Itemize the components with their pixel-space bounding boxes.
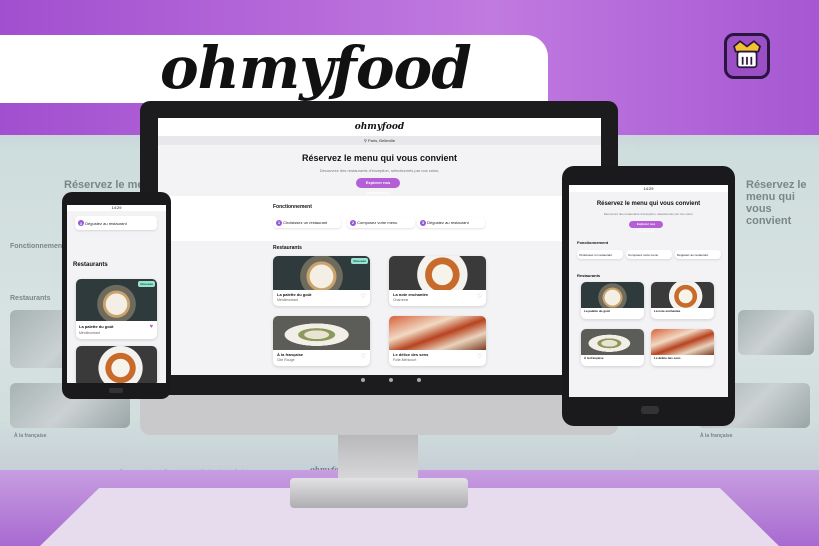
backdrop-how-title: Fonctionnement	[10, 243, 65, 250]
restaurant-name: La palette du goût	[277, 292, 312, 297]
restaurant-photo	[389, 316, 486, 350]
how-title: Fonctionnement	[273, 204, 312, 210]
tablet-status-time: 14:29	[569, 185, 728, 192]
location-bar: ⚲ Paris, Belleville	[158, 136, 601, 145]
monitor-foot	[290, 478, 468, 508]
tablet-explore-button[interactable]: Explorer nos restaurants	[629, 221, 663, 233]
phone-site: 14:29 3 Dégustez au restaurant Restauran…	[67, 205, 166, 383]
phone-restaurant-card[interactable]: Nouveau La palette du goût Ménilmontant …	[76, 279, 157, 339]
restaurant-area: Charonne	[393, 298, 409, 302]
step-2: 2 Composez votre menu	[347, 217, 415, 228]
tablet-how-title: Fonctionnement	[577, 240, 609, 245]
heart-icon[interactable]: ♡	[361, 293, 366, 300]
restaurant-photo	[273, 316, 370, 350]
backdrop-card-name: À la française	[14, 433, 47, 439]
restaurant-area: Folie-Méricourt	[393, 358, 417, 362]
location-pin-icon: ⚲	[363, 138, 367, 143]
phone-home-button	[109, 388, 123, 393]
tablet-step-1: Choisissez un restaurant	[577, 250, 623, 259]
tablet-subtitle: Découvrez des restaurants d'exception, s…	[603, 212, 694, 216]
tablet-restaurant-card[interactable]: Le délice des sens	[651, 329, 714, 366]
restaurants-title: Restaurants	[273, 245, 302, 251]
restaurant-name: La note enchantée	[393, 292, 429, 297]
restaurant-name: Le délice des sens	[393, 352, 429, 357]
tablet-restaurant-card[interactable]: La note enchantée	[651, 282, 714, 319]
heart-icon[interactable]: ♡	[477, 293, 482, 300]
restaurant-card[interactable]: La note enchantée Charonne ♡	[389, 256, 486, 306]
tablet-home-button	[641, 406, 659, 414]
heart-icon[interactable]: ♡	[361, 353, 366, 360]
step-3: 3 Dégustez au restaurant	[417, 217, 485, 228]
monitor-stand	[338, 435, 418, 481]
brand-title: ohmyfood	[160, 34, 472, 102]
backdrop-card-name-right: À la française	[700, 433, 733, 439]
phone-status-time: 14:29	[67, 205, 166, 211]
backdrop-restaurants-title: Restaurants	[10, 295, 51, 302]
restaurant-photo	[389, 256, 486, 290]
tablet-restaurant-card[interactable]: La palette du goût	[581, 282, 644, 319]
restaurant-card[interactable]: À la française Cité Rougé ♡	[273, 316, 370, 366]
how-section: Fonctionnement 1 Choisissez un restauran…	[158, 196, 601, 241]
page-subtitle: Découvrez des restaurants d'exception, s…	[319, 168, 440, 173]
tablet-restaurants-title: Restaurants	[577, 273, 601, 278]
phone-restaurant-card[interactable]	[76, 346, 157, 383]
page-title: Réservez le menu qui vous convient	[301, 153, 458, 163]
crown-chef-icon	[724, 33, 770, 79]
step-1: 1 Choisissez un restaurant	[273, 217, 341, 228]
monitor-chin	[140, 395, 618, 435]
explore-button[interactable]: Explorer nos restaurants	[356, 178, 400, 195]
backdrop-headline-right: Réservez le menu qui vous convient	[746, 179, 807, 227]
heart-icon[interactable]: ♡	[477, 353, 482, 360]
backdrop-photo	[738, 310, 814, 355]
phone-restaurants-title: Restaurants	[73, 262, 108, 268]
tablet-site: 14:29 Réservez le menu qui vous convient…	[569, 185, 728, 397]
tablet-title: Réservez le menu qui vous convient	[596, 201, 701, 207]
phone-step-3: 3 Dégustez au restaurant	[75, 216, 157, 230]
new-badge: Nouveau	[351, 258, 368, 264]
tablet-step-3: Dégustez au restaurant	[675, 250, 721, 259]
site-header-logo[interactable]: ohmyfood	[158, 118, 601, 136]
restaurant-photo: Nouveau	[273, 256, 370, 290]
restaurant-card[interactable]: Le délice des sens Folie-Méricourt ♡	[389, 316, 486, 366]
monitor-dots	[361, 378, 421, 386]
desktop-site: ohmyfood ⚲ Paris, Belleville Réservez le…	[158, 118, 601, 375]
restaurant-area: Cité Rougé	[277, 358, 295, 362]
restaurant-card[interactable]: Nouveau La palette du goût Ménilmontant …	[273, 256, 370, 306]
tablet-restaurant-card[interactable]: À la française	[581, 329, 644, 366]
restaurant-area: Ménilmontant	[277, 298, 299, 302]
restaurant-name: À la française	[277, 352, 304, 357]
heart-icon[interactable]: ♥	[149, 324, 153, 330]
tablet-step-2: Composez votre menu	[626, 250, 672, 259]
location-text: Paris, Belleville	[367, 138, 396, 143]
